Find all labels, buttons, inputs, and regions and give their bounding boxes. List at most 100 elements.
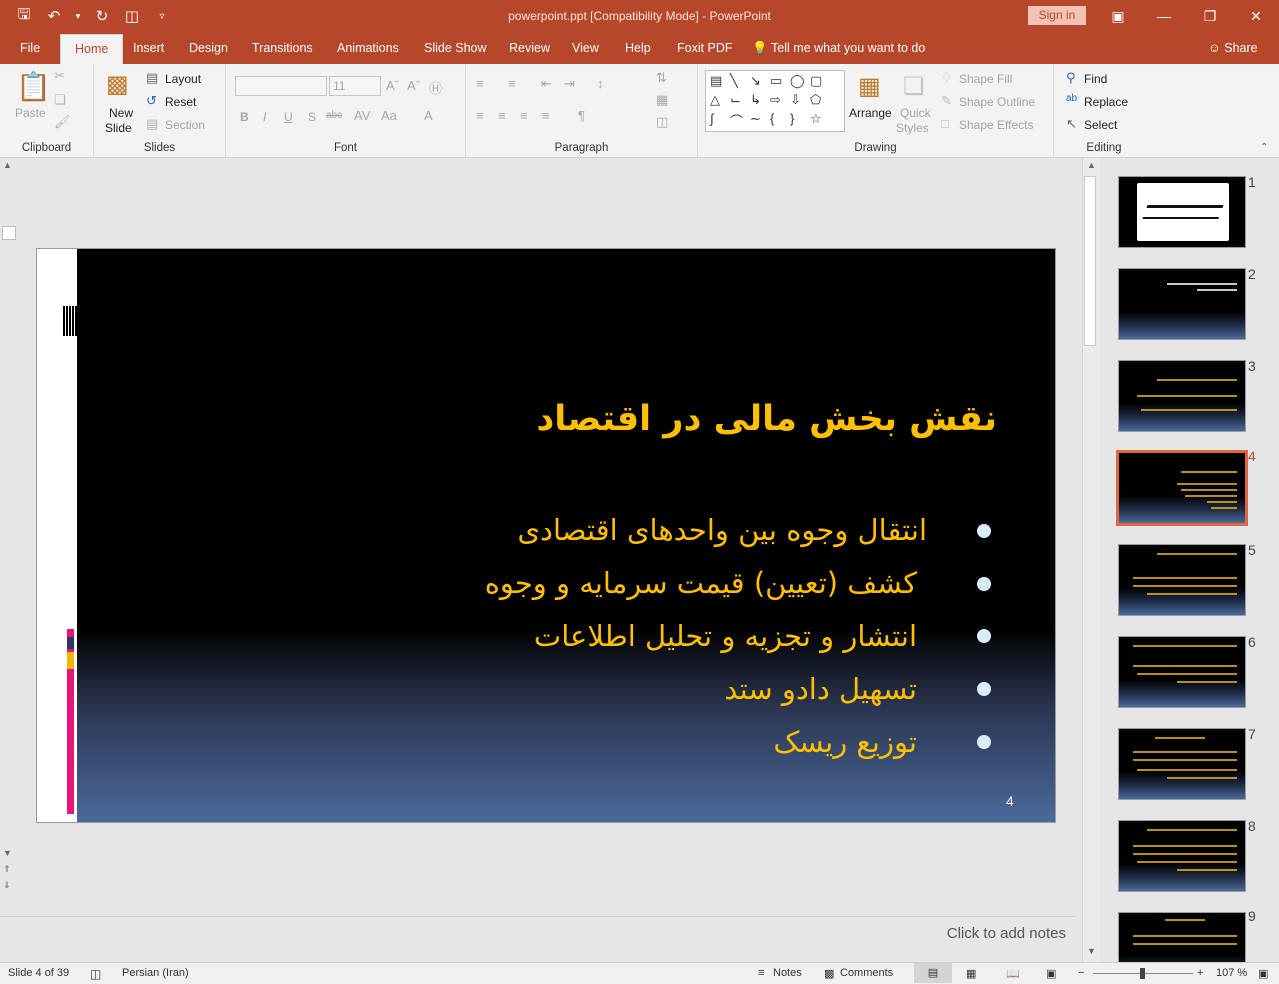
language-indicator[interactable]: Persian (Iran)	[122, 967, 189, 979]
tab-slide-show[interactable]: Slide Show	[424, 41, 487, 55]
tab-design[interactable]: Design	[189, 41, 228, 55]
bold-button[interactable]: B	[240, 110, 249, 124]
slide-thumbnail[interactable]	[1118, 636, 1246, 708]
fit-to-window-icon[interactable]: ▣	[1258, 967, 1268, 980]
zoom-slider-thumb[interactable]	[1140, 968, 1145, 979]
format-painter-icon[interactable]: 🖌	[54, 114, 71, 130]
shapes-gallery[interactable]: ▤ ╲ ↘ ▭ ◯ ▢ △ ⌙ ↳ ⇨ ⇩ ⬠ ∫ ⌒ ∼ { } ☆	[705, 70, 845, 132]
elbow-icon[interactable]: ⌙	[730, 92, 750, 111]
freeform-icon[interactable]: ∫	[710, 111, 730, 130]
close-icon[interactable]: ✕	[1233, 0, 1279, 32]
find-button[interactable]: Find	[1084, 72, 1107, 86]
ribbon-display-options-icon[interactable]: ▣	[1095, 0, 1141, 32]
slide-thumbnail[interactable]	[1118, 176, 1246, 248]
smartart-icon[interactable]: ◫	[656, 114, 668, 130]
shape-fill-button[interactable]: Shape Fill	[959, 72, 1012, 86]
quick-styles-icon[interactable]: ❏	[903, 72, 925, 101]
new-slide-label-1[interactable]: New	[109, 106, 133, 120]
minimize-icon[interactable]: —	[1141, 0, 1187, 32]
numbering-icon[interactable]: ≡	[508, 76, 516, 91]
zoom-in-icon[interactable]: +	[1197, 967, 1203, 979]
reset-button[interactable]: Reset	[165, 95, 196, 109]
slide-thumbnail[interactable]	[1118, 728, 1246, 800]
quick-styles-label-1[interactable]: Quick	[900, 106, 931, 120]
previous-slide-icon[interactable]: ⇑	[3, 864, 11, 875]
scroll-up-icon[interactable]: ▲	[3, 160, 12, 170]
slide-thumbnail[interactable]	[1118, 544, 1246, 616]
tab-view[interactable]: View	[572, 41, 599, 55]
slide-thumbnail[interactable]	[1118, 360, 1246, 432]
tab-help[interactable]: Help	[625, 41, 651, 55]
slide-title[interactable]: نقش بخش مالی در اقتصاد	[317, 399, 997, 439]
line-icon[interactable]: ╲	[730, 73, 750, 92]
increase-indent-icon[interactable]: ⇥	[564, 76, 575, 92]
quick-styles-label-2[interactable]: Styles	[896, 121, 929, 135]
left-scrollbar[interactable]: ▲ ▼ ⇑ ⇓	[0, 158, 18, 898]
next-slide-icon[interactable]: ⇓	[3, 880, 11, 891]
copy-icon[interactable]: ❏	[54, 92, 66, 108]
bullet-item[interactable]: تسهیل دادو ستد	[177, 672, 917, 706]
elbow-arrow-icon[interactable]: ↳	[750, 92, 770, 111]
slide-thumbnail-selected[interactable]	[1116, 450, 1248, 526]
scroll-down-icon[interactable]: ▼	[1087, 946, 1096, 956]
curve-icon[interactable]: ∼	[750, 111, 770, 130]
zoom-level[interactable]: 107 %	[1216, 967, 1247, 979]
rectangle-icon[interactable]: ▭	[770, 73, 790, 92]
change-case-icon[interactable]: Aa	[381, 108, 397, 123]
align-center-icon[interactable]: ≡	[498, 108, 506, 123]
tab-home[interactable]: Home	[60, 34, 124, 64]
shape-outline-button[interactable]: Shape Outline	[959, 95, 1035, 109]
justify-icon[interactable]: ≡	[542, 108, 550, 123]
bullet-item[interactable]: انتقال وجوه بین واحدهای اقتصادی	[177, 513, 927, 547]
left-brace-icon[interactable]: {	[770, 111, 790, 130]
comments-toggle[interactable]: Comments	[840, 967, 893, 979]
share-button[interactable]: ☺ Share	[1208, 41, 1258, 55]
reading-view-icon[interactable]: 📖	[1006, 967, 1020, 980]
decrease-indent-icon[interactable]: ⇤	[541, 76, 552, 92]
zoom-out-icon[interactable]: −	[1078, 967, 1084, 979]
shape-effects-button[interactable]: Shape Effects	[959, 118, 1034, 132]
tab-transitions[interactable]: Transitions	[252, 41, 313, 55]
tab-animations[interactable]: Animations	[337, 41, 399, 55]
grow-font-icon[interactable]: Aˆ	[386, 78, 399, 93]
arc-icon[interactable]: ⌒	[730, 111, 750, 130]
notes-toggle[interactable]: Notes	[773, 967, 802, 979]
normal-view-icon[interactable]: ▤	[914, 963, 952, 983]
collapse-ribbon-icon[interactable]: ⌃	[1260, 142, 1268, 153]
tab-file[interactable]: File	[20, 41, 40, 55]
rounded-rect-icon[interactable]: ▢	[810, 73, 830, 92]
slide-thumbnail[interactable]	[1118, 820, 1246, 892]
oval-icon[interactable]: ◯	[790, 73, 810, 92]
textbox-icon[interactable]: ▤	[710, 73, 730, 92]
triangle-icon[interactable]: △	[710, 92, 730, 111]
layout-button[interactable]: Layout	[165, 72, 201, 86]
right-arrow-icon[interactable]: ⇨	[770, 92, 790, 111]
star-icon[interactable]: ☆	[810, 111, 830, 130]
scroll-down-icon[interactable]: ▼	[3, 848, 12, 858]
down-arrow-icon[interactable]: ⇩	[790, 92, 810, 111]
tab-insert[interactable]: Insert	[133, 41, 164, 55]
underline-button[interactable]: U	[284, 110, 293, 124]
shadow-button[interactable]: S	[308, 110, 316, 124]
slide-thumbnail[interactable]	[1118, 268, 1246, 340]
right-brace-icon[interactable]: }	[790, 111, 810, 130]
character-spacing-icon[interactable]: AV	[354, 108, 370, 123]
align-left-icon[interactable]: ≡	[476, 108, 484, 123]
font-size-box[interactable]: 11	[329, 76, 381, 96]
bullet-item[interactable]: انتشار و تجزیه و تحلیل اطلاعات	[177, 619, 917, 653]
scroll-thumb[interactable]	[2, 226, 16, 240]
sign-in-button[interactable]: Sign in	[1028, 6, 1086, 25]
strikethrough-button[interactable]: abc	[326, 110, 342, 121]
line-spacing-icon[interactable]: ↕	[597, 76, 604, 91]
bullets-icon[interactable]: ≡	[476, 76, 484, 91]
arrange-button[interactable]: Arrange	[849, 106, 892, 120]
cut-icon[interactable]: ✂	[54, 68, 65, 84]
font-name-box[interactable]	[235, 76, 327, 96]
bullet-item[interactable]: کشف (تعیین) قیمت سرمایه و وجوه	[177, 566, 917, 600]
notes-pane[interactable]: Click to add notes	[0, 917, 1076, 962]
slide-thumbnail[interactable]	[1118, 912, 1246, 962]
arrow-line-icon[interactable]: ↘	[750, 73, 770, 92]
rtl-icon[interactable]: ¶	[578, 108, 585, 123]
section-button[interactable]: Section	[165, 118, 205, 132]
paste-icon[interactable]: 📋	[16, 70, 51, 103]
